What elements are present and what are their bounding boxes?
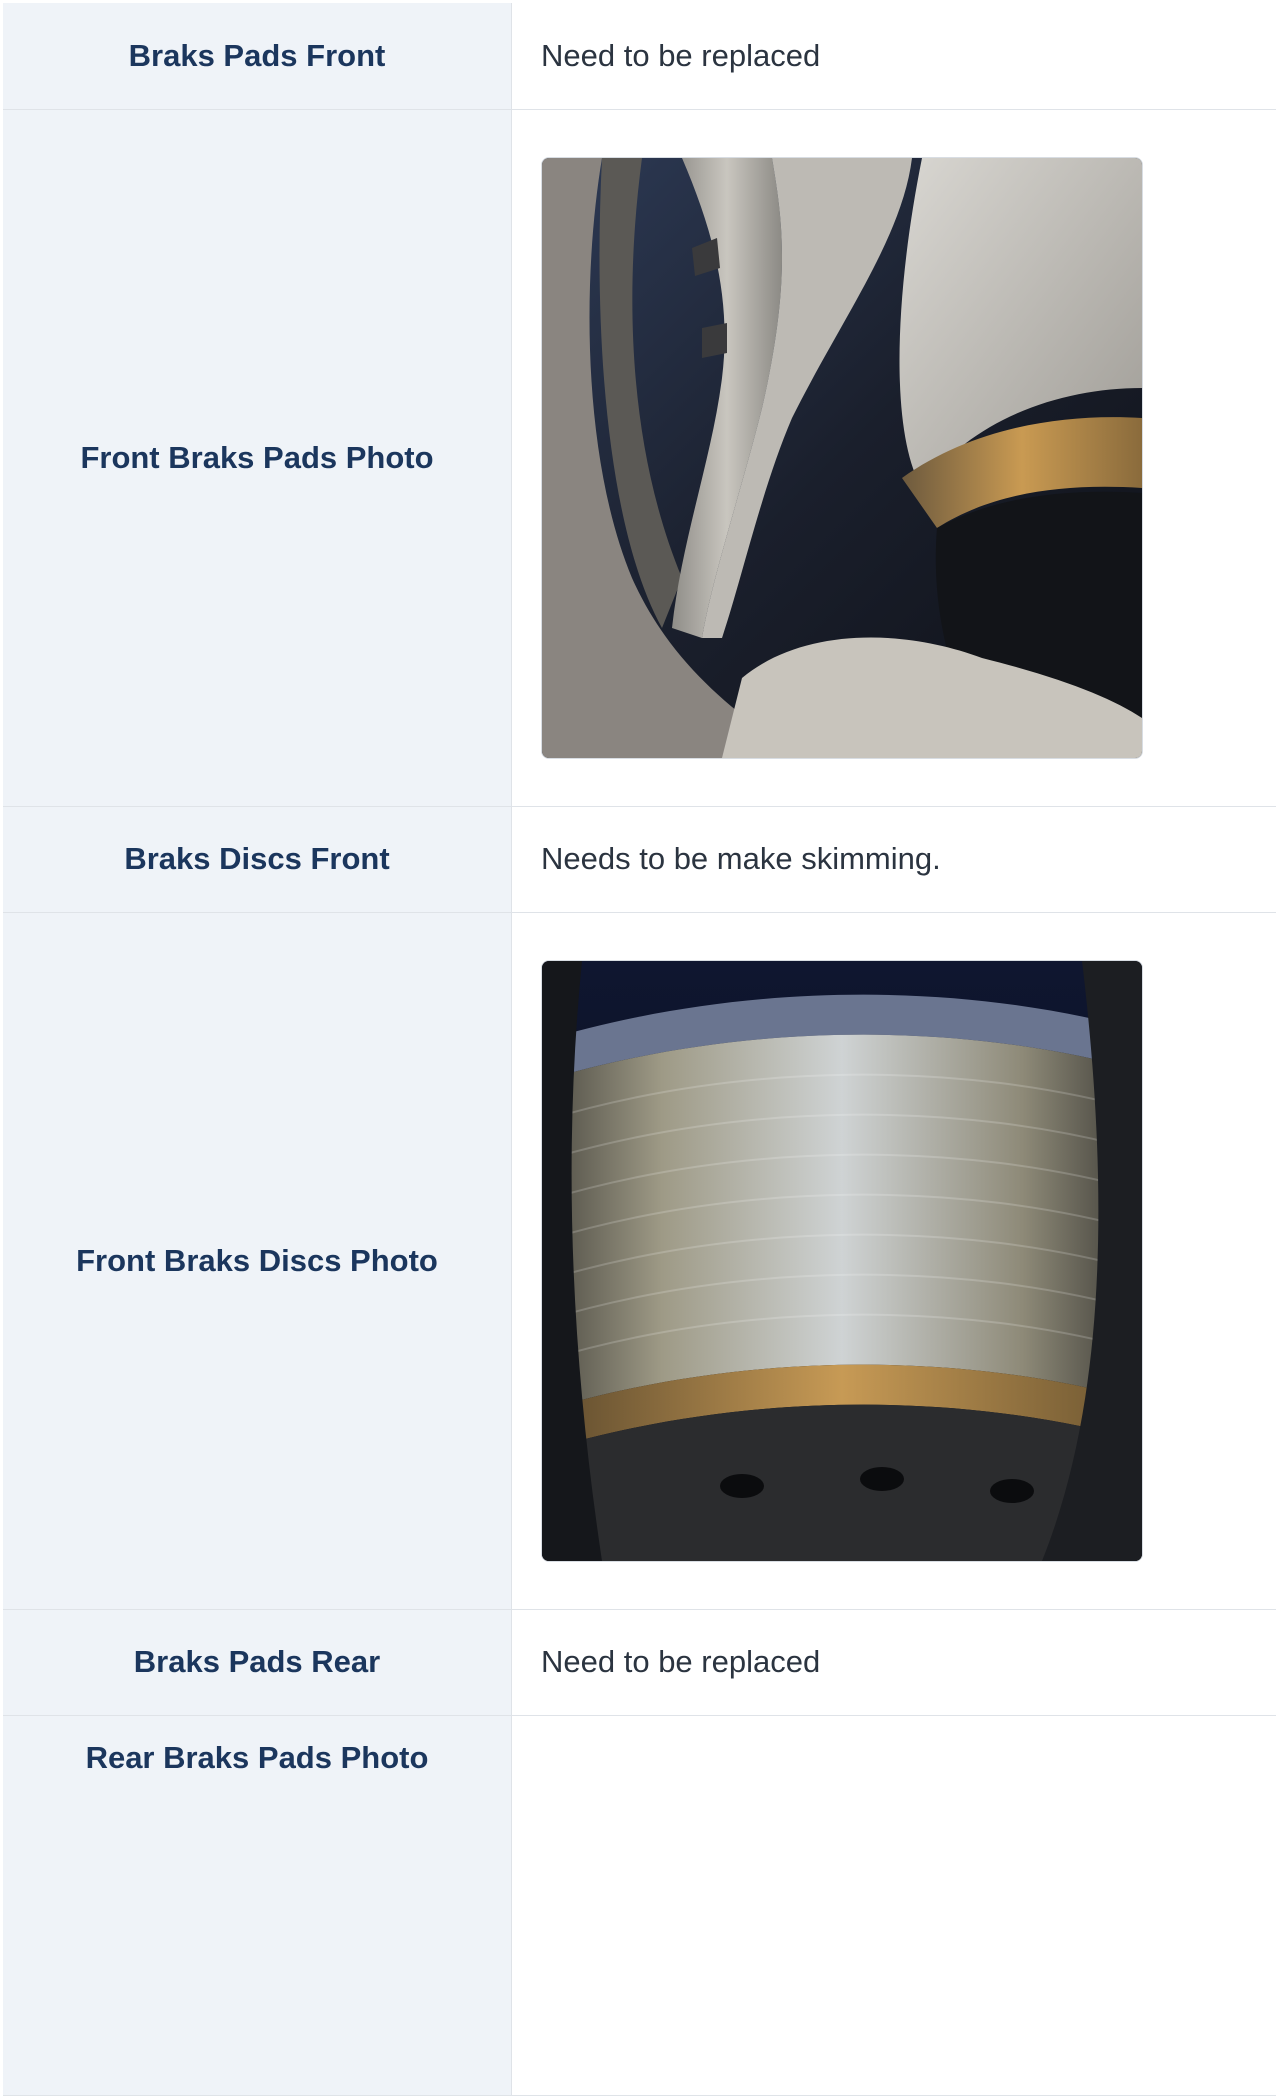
table-row: Rear Braks Pads Photo [3, 1715, 1276, 2095]
row-value: Need to be replaced [512, 1609, 1276, 1715]
photo-cell [512, 912, 1276, 1609]
row-label: Front Braks Discs Photo [3, 912, 512, 1609]
row-label: Rear Braks Pads Photo [3, 1715, 512, 2095]
row-label: Braks Discs Front [3, 806, 512, 912]
table-row: Front Braks Pads Photo [3, 109, 1276, 806]
table-row: Braks Pads Front Need to be replaced [3, 3, 1276, 109]
front-brake-discs-photo[interactable] [541, 960, 1143, 1562]
row-label: Front Braks Pads Photo [3, 109, 512, 806]
table-row: Braks Pads Rear Need to be replaced [3, 1609, 1276, 1715]
row-value [512, 1715, 1276, 2095]
inspection-table: Braks Pads Front Need to be replaced Fro… [3, 3, 1276, 2096]
table-row: Braks Discs Front Needs to be make skimm… [3, 806, 1276, 912]
row-value: Need to be replaced [512, 3, 1276, 109]
row-label: Braks Pads Front [3, 3, 512, 109]
photo-cell [512, 109, 1276, 806]
front-brake-pads-photo[interactable] [541, 157, 1143, 759]
brake-disc-image [542, 961, 1142, 1561]
row-value: Needs to be make skimming. [512, 806, 1276, 912]
table-row: Front Braks Discs Photo [3, 912, 1276, 1609]
brake-pads-image [542, 158, 1142, 758]
row-label: Braks Pads Rear [3, 1609, 512, 1715]
